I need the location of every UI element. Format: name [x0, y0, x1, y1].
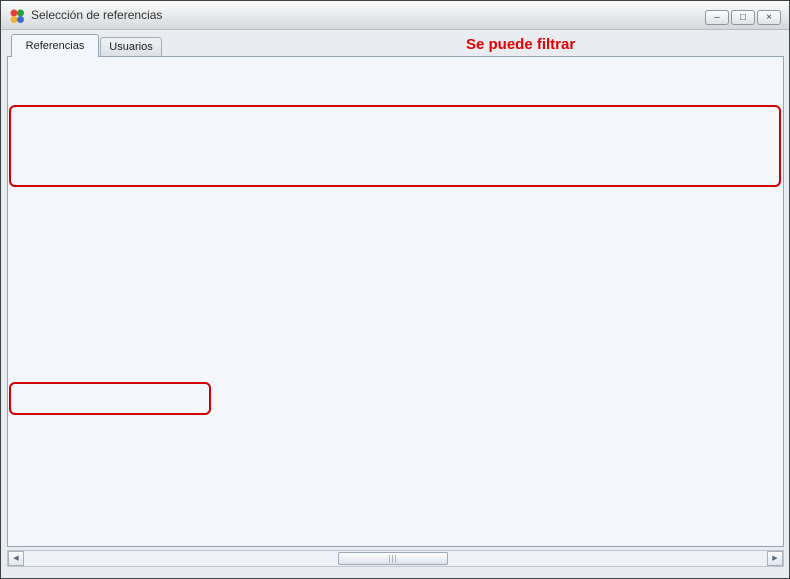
tab-usuarios[interactable]: Usuarios: [100, 37, 162, 57]
scroll-right-icon[interactable]: ▶: [767, 551, 783, 566]
annotation-filter-note: Se puede filtrar: [466, 36, 575, 53]
maximize-button[interactable]: □: [731, 10, 755, 25]
scroll-left-icon[interactable]: ◀: [8, 551, 24, 566]
title-bar[interactable]: Selección de referencias – □ ×: [1, 1, 789, 30]
scrollbar-thumb[interactable]: |||: [338, 552, 448, 565]
app-icon: [9, 8, 25, 24]
window-title: Selección de referencias: [31, 8, 162, 22]
add-all-highlight: [9, 382, 211, 415]
dialog-horizontal-scrollbar[interactable]: ◀ ||| ▶: [7, 550, 784, 567]
minimize-button[interactable]: –: [705, 10, 729, 25]
tab-referencias[interactable]: Referencias: [11, 34, 99, 57]
dialog-window: Selección de referencias – □ × Referenci…: [0, 0, 790, 579]
close-button[interactable]: ×: [757, 10, 781, 25]
filter-panel-highlight: [9, 105, 781, 187]
